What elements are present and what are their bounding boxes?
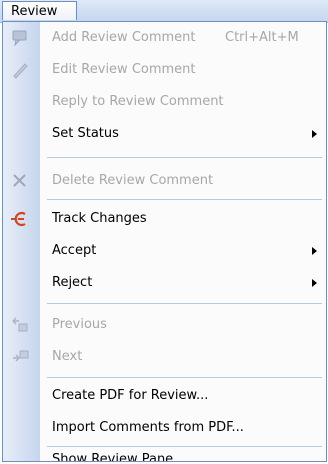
menu-item-reply-review-comment[interactable]: Reply to Review Comment — [3, 86, 326, 118]
menu-item-track-changes[interactable]: Track Changes — [3, 203, 326, 235]
menu-item-label: Show Review Pane — [52, 452, 174, 462]
menu-item-label: Import Comments from PDF... — [52, 420, 244, 435]
menu-item-add-review-comment[interactable]: Add Review Comment Ctrl+Alt+M — [3, 22, 326, 54]
menu-item-label: Delete Review Comment — [52, 173, 214, 188]
review-menu-title[interactable]: Review — [2, 1, 77, 20]
menu-item-shortcut: Ctrl+Alt+M — [225, 30, 299, 45]
track-changes-icon — [11, 211, 26, 227]
menu-separator — [47, 377, 322, 378]
menu-item-label: Set Status — [52, 126, 119, 141]
menu-item-label: Reject — [52, 275, 93, 290]
menu-item-show-review-pane[interactable]: Show Review Pane — [3, 444, 326, 462]
menu-item-label: Next — [52, 349, 83, 364]
menu-item-delete-review-comment[interactable]: Delete Review Comment — [3, 165, 326, 197]
menu-item-accept[interactable]: Accept — [3, 235, 326, 267]
menu-item-next[interactable]: Next — [3, 341, 326, 373]
submenu-arrow-icon — [312, 279, 317, 287]
review-dropdown-menu: Add Review Comment Ctrl+Alt+M Edit Revie… — [2, 21, 327, 462]
add-comment-icon — [12, 30, 27, 47]
menu-item-import-comments-from-pdf[interactable]: Import Comments from PDF... — [3, 412, 326, 444]
menu-item-label: Previous — [52, 317, 107, 332]
menu-item-previous[interactable]: Previous — [3, 309, 326, 341]
menu-item-edit-review-comment[interactable]: Edit Review Comment — [3, 54, 326, 86]
menu-item-label: Edit Review Comment — [52, 62, 196, 77]
menu-bar: Review — [0, 0, 328, 23]
next-change-icon — [13, 350, 29, 362]
menu-item-label: Reply to Review Comment — [52, 94, 224, 109]
menu-item-label: Create PDF for Review... — [52, 388, 209, 403]
menu-item-label: Accept — [52, 243, 97, 258]
menu-item-reject[interactable]: Reject — [3, 267, 326, 299]
menu-separator — [47, 199, 322, 200]
menu-item-set-status[interactable]: Set Status — [3, 118, 326, 150]
menu-separator — [47, 303, 322, 304]
delete-x-icon — [13, 174, 26, 187]
submenu-arrow-icon — [312, 130, 317, 138]
menu-separator — [47, 157, 322, 158]
menu-item-create-pdf-for-review[interactable]: Create PDF for Review... — [3, 380, 326, 412]
menu-item-label: Add Review Comment — [52, 30, 196, 45]
pencil-icon — [13, 63, 28, 79]
submenu-arrow-icon — [312, 247, 317, 255]
menu-item-label: Track Changes — [52, 211, 147, 226]
previous-change-icon — [12, 317, 28, 332]
